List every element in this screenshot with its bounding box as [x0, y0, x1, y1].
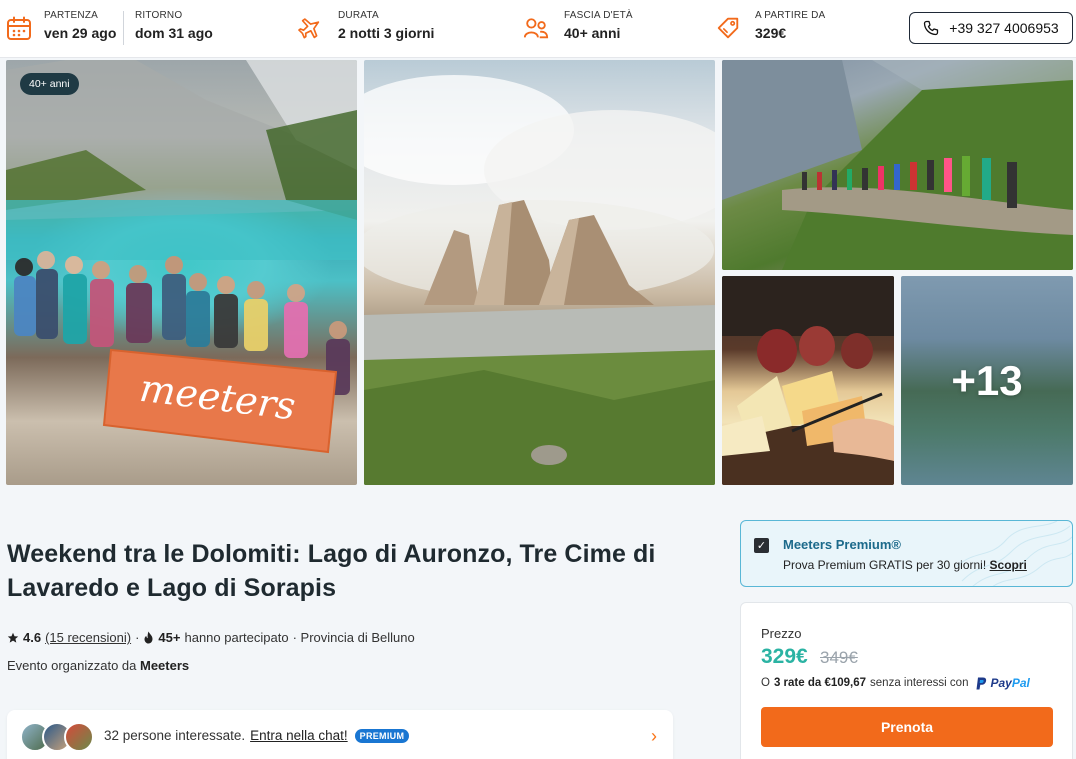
photo-illustration: meeters: [6, 60, 357, 454]
chevron-right-icon[interactable]: ›: [651, 726, 657, 746]
photo-tre-cime[interactable]: [364, 60, 715, 485]
current-price: 329€: [761, 645, 808, 668]
duration-value: 2 notti 3 giorni: [338, 25, 435, 41]
paypal-text-1: Pay: [990, 676, 1012, 690]
installments-prefix: O: [761, 677, 770, 689]
return-info: Ritorno dom 31 ago: [135, 10, 213, 41]
age-badge: 40+ anni: [20, 73, 79, 95]
people-icon: [523, 18, 549, 39]
return-value: dom 31 ago: [135, 25, 213, 41]
paypal-icon: [976, 677, 987, 689]
mountain-illustration: [364, 75, 715, 485]
premium-title: Meeters Premium®: [783, 537, 901, 552]
installments-line: O 3 rate da €109,67 senza interessi con …: [761, 676, 1030, 690]
more-photos-count: +13: [951, 356, 1023, 404]
price-info: A partire da 329€: [755, 10, 825, 41]
calendar-icon: [7, 16, 31, 40]
star-icon: [7, 632, 19, 643]
book-button[interactable]: Prenota: [761, 707, 1053, 747]
event-meta: 4.6 (15 recensioni) · 45+ hanno partecip…: [7, 630, 415, 645]
avatar: [64, 722, 94, 752]
installments-amount: 3 rate da €109,67: [773, 677, 867, 689]
call-button[interactable]: +39 327 4006953: [909, 12, 1073, 44]
photo-more[interactable]: +13: [901, 276, 1073, 485]
event-location: · Provincia di Belluno: [292, 630, 415, 645]
price-card: Prezzo 329€ 349€ O 3 rate da €109,67 sen…: [740, 602, 1073, 759]
return-label: Ritorno: [135, 10, 183, 21]
chat-card[interactable]: 32 persone interessate. Entra nella chat…: [7, 710, 673, 759]
join-chat-link[interactable]: Entra nella chat!: [250, 728, 348, 743]
topo-pattern-icon: [956, 521, 1072, 586]
duration-label: Durata: [338, 10, 379, 21]
age-label: Fascia d'età: [564, 10, 633, 21]
airplane-icon: [298, 18, 320, 39]
organizer-name: Meeters: [140, 658, 190, 673]
event-title: Weekend tra le Dolomiti: Lago di Auronzo…: [7, 540, 656, 602]
departure-value: ven 29 ago: [44, 25, 117, 41]
premium-discover-link[interactable]: Scopri: [990, 558, 1027, 572]
premium-subtitle: Prova Premium GRATIS per 30 giorni! Scop…: [783, 558, 1027, 572]
chat-text: 32 persone interessate. Entra nella chat…: [104, 728, 410, 743]
organizer-prefix: Evento organizzato da: [7, 658, 137, 673]
photo-food[interactable]: [722, 276, 894, 485]
divider: [123, 11, 124, 45]
age-value: 40+ anni: [564, 25, 621, 41]
dot-separator: ·: [135, 630, 140, 645]
food-illustration: [722, 276, 894, 485]
participants-text: hanno partecipato: [184, 630, 289, 645]
avatar-stack: [20, 722, 100, 752]
reviews-link[interactable]: (15 recensioni): [45, 630, 131, 645]
age-info: Fascia d'età 40+ anni: [564, 10, 633, 41]
photo-group-lake[interactable]: meeters: [6, 60, 357, 485]
rating-value: 4.6: [23, 630, 42, 645]
price-tag-icon: [717, 17, 739, 39]
premium-subtitle-text: Prova Premium GRATIS per 30 giorni!: [783, 558, 987, 572]
departure-label: Partenza: [44, 10, 99, 21]
premium-checkbox[interactable]: ✓: [754, 538, 769, 553]
paypal-logo: Pay Pal: [976, 676, 1030, 690]
fire-icon: [144, 631, 153, 644]
installments-suffix: senza interessi con: [870, 677, 969, 689]
photo-hiking-group[interactable]: [722, 60, 1073, 270]
price-from-label: A partire da: [755, 10, 826, 21]
price-label: Prezzo: [761, 626, 802, 641]
price-from-value: 329€: [755, 25, 787, 41]
participants-count: 45+: [158, 630, 181, 645]
phone-number: +39 327 4006953: [949, 20, 1059, 36]
old-price: 349€: [820, 648, 858, 667]
premium-badge: PREMIUM: [354, 728, 410, 743]
paypal-text-2: Pal: [1011, 676, 1030, 690]
departure-info: Partenza ven 29 ago: [44, 10, 116, 41]
hikers-illustration: [722, 60, 1073, 270]
premium-promo[interactable]: ✓ Meeters Premium® Prova Premium GRATIS …: [740, 520, 1073, 587]
phone-icon: [924, 20, 939, 36]
interested-count: 32 persone interessate.: [104, 728, 246, 743]
duration-info: Durata 2 notti 3 giorni: [338, 10, 434, 41]
trip-info-bar: Partenza ven 29 ago Ritorno dom 31 ago D…: [0, 0, 1076, 58]
organizer-line: Evento organizzato da Meeters: [7, 658, 189, 673]
